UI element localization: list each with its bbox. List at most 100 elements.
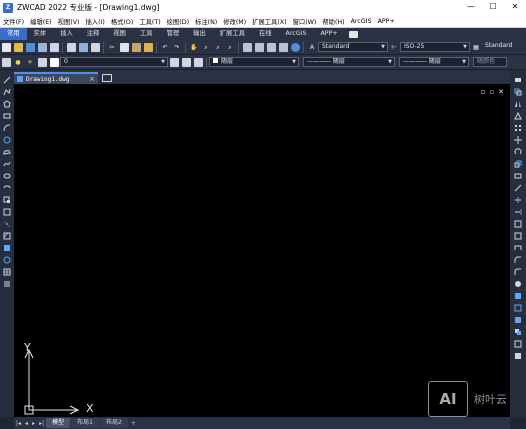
menu-edit[interactable]: 编辑(E) <box>27 17 55 26</box>
layer-freeze-sun-icon[interactable]: ☀ <box>26 58 35 67</box>
tab-express-tools[interactable]: 扩展工具 <box>213 28 252 40</box>
tab-view[interactable]: 视图 <box>106 28 133 40</box>
text-style-select[interactable]: Standard ▼ <box>318 42 388 52</box>
menu-help[interactable]: 帮助(H) <box>319 17 347 26</box>
menu-format[interactable]: 格式(O) <box>108 17 136 26</box>
align-icon[interactable] <box>514 340 522 348</box>
array-icon[interactable] <box>514 124 522 132</box>
mirror-icon[interactable] <box>514 100 522 108</box>
first-layout-icon[interactable]: |◂ <box>16 420 21 427</box>
canvas-close-icon[interactable]: ✕ <box>498 88 504 96</box>
menu-window[interactable]: 窗口(W) <box>290 17 320 26</box>
save-as-icon[interactable] <box>37 42 47 52</box>
canvas-minimize-icon[interactable]: ▫ <box>481 88 486 96</box>
paste-icon[interactable] <box>131 42 141 52</box>
plot-icon[interactable] <box>90 42 100 52</box>
make-block-icon[interactable] <box>3 208 11 216</box>
tab-model[interactable]: 模型 <box>46 418 71 428</box>
tab-annotate[interactable]: 注释 <box>80 28 107 40</box>
table-icon[interactable] <box>3 268 11 276</box>
region-icon[interactable] <box>3 256 11 264</box>
point-icon[interactable] <box>3 220 11 228</box>
minimize-button[interactable]: — <box>460 0 482 15</box>
explode-icon[interactable] <box>514 280 522 288</box>
table-style-select[interactable]: Standard <box>482 42 512 52</box>
print-icon[interactable] <box>49 42 59 52</box>
color-select[interactable]: 随层 ▼ <box>209 57 299 67</box>
close-tab-icon[interactable]: × <box>89 75 95 83</box>
zoom-realtime-icon[interactable]: ⌕ <box>202 43 211 52</box>
tool-palettes-icon[interactable] <box>266 42 276 52</box>
layer-previous-icon[interactable] <box>181 57 191 67</box>
tab-arcgis[interactable]: ArcGIS <box>279 28 314 40</box>
trim-icon[interactable] <box>514 196 522 204</box>
break-icon[interactable] <box>514 232 522 240</box>
copy-object-icon[interactable] <box>514 88 522 96</box>
offset-icon[interactable] <box>514 112 522 120</box>
rectangle-icon[interactable] <box>3 112 11 120</box>
properties-icon[interactable] <box>242 42 252 52</box>
new-file-icon[interactable] <box>1 42 11 52</box>
layer-color-swatch-icon[interactable] <box>49 57 59 67</box>
lineweight-select[interactable]: ———— 随层 ▼ <box>399 57 469 67</box>
menu-file[interactable]: 文件(F) <box>0 17 27 26</box>
gradient-icon[interactable] <box>3 244 11 252</box>
close-button[interactable]: ✕ <box>504 0 526 15</box>
scale-icon[interactable] <box>514 160 522 168</box>
tab-layout2[interactable]: 布局2 <box>99 418 128 428</box>
menu-tools[interactable]: 工具(T) <box>136 17 163 26</box>
layer-select[interactable]: 0 ▼ <box>60 57 168 67</box>
publish-icon[interactable] <box>78 42 88 52</box>
zoom-previous-icon[interactable]: ⌕ <box>226 43 235 52</box>
zoom-window-icon[interactable]: ⌕ <box>214 43 223 52</box>
match-properties-icon[interactable] <box>143 42 153 52</box>
maximize-button[interactable]: ☐ <box>482 0 504 15</box>
pan-icon[interactable]: ✋ <box>190 43 199 52</box>
menu-modify[interactable]: 修改(M) <box>220 17 249 26</box>
solid-edit-icon[interactable] <box>514 352 522 360</box>
menu-arcgis[interactable]: ArcGIS <box>348 18 375 25</box>
calculator-icon[interactable] <box>278 42 288 52</box>
new-tab-icon[interactable] <box>102 74 112 82</box>
erase-icon[interactable] <box>514 76 522 84</box>
canvas-restore-icon[interactable]: ▫ <box>489 88 494 96</box>
chamfer-icon[interactable] <box>514 256 522 264</box>
undo-icon[interactable]: ↶ <box>161 43 170 52</box>
save-icon[interactable] <box>25 42 35 52</box>
revision-cloud-icon[interactable] <box>3 148 11 156</box>
open-folder-icon[interactable] <box>13 42 23 52</box>
insert-block-icon[interactable] <box>3 196 11 204</box>
copy-icon[interactable] <box>119 42 129 52</box>
layer-manager-icon[interactable] <box>1 57 11 67</box>
add-layout-icon[interactable]: + <box>131 420 136 427</box>
tab-common[interactable]: 常用 <box>0 28 27 40</box>
print-preview-icon[interactable] <box>66 42 76 52</box>
tab-tools[interactable]: 工具 <box>133 28 160 40</box>
polygon-icon[interactable] <box>3 100 11 108</box>
move-icon[interactable] <box>514 136 522 144</box>
menu-app-plus[interactable]: APP+ <box>375 18 398 25</box>
layer-on-bulb-icon[interactable]: ● <box>14 58 23 67</box>
extend-icon[interactable] <box>514 208 522 216</box>
lengthen-icon[interactable] <box>514 184 522 192</box>
menu-draw[interactable]: 绘图(D) <box>164 17 192 26</box>
make-object-layer-current-icon[interactable] <box>169 57 179 67</box>
cut-icon[interactable]: ✂ <box>108 43 117 52</box>
layer-isolate-icon[interactable] <box>193 57 203 67</box>
design-center-icon[interactable] <box>254 42 264 52</box>
edit-hatch-icon[interactable] <box>514 316 522 324</box>
dim-style-select[interactable]: ISO-25 ▼ <box>400 42 470 52</box>
hatch-icon[interactable] <box>3 232 11 240</box>
stretch-icon[interactable] <box>514 172 522 180</box>
arc-icon[interactable] <box>3 124 11 132</box>
ribbon-toggle-icon[interactable] <box>348 30 358 38</box>
rotate-icon[interactable] <box>514 148 522 156</box>
tab-insert[interactable]: 插入 <box>53 28 80 40</box>
menu-view[interactable]: 视图(V) <box>55 17 83 26</box>
menu-express-tools[interactable]: 扩展工具(X) <box>249 17 289 26</box>
plotstyle-select[interactable]: 随颜色 <box>473 57 507 67</box>
menu-insert[interactable]: 插入(I) <box>82 17 107 26</box>
previous-layout-icon[interactable]: ◂ <box>25 420 28 427</box>
draw-order-icon[interactable] <box>514 328 522 336</box>
tab-app-plus[interactable]: APP+ <box>314 28 345 40</box>
